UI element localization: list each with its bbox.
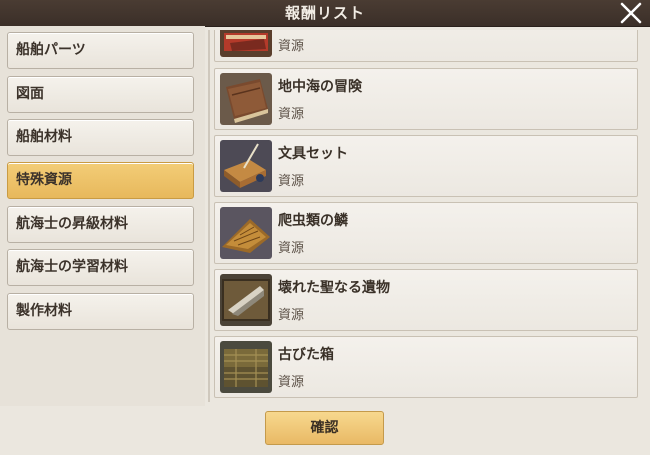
reward-item[interactable]: 古びた箱 資源 [214,336,638,398]
category-navigator-learning-materials[interactable]: 航海士の学習材料 [7,249,194,286]
close-button[interactable] [618,0,644,26]
category-navigator-promotion-materials[interactable]: 航海士の昇級材料 [7,206,194,243]
stationery-set-icon [220,140,272,192]
reward-item[interactable]: 爬虫類の鱗 資源 [214,202,638,264]
category-special-resources[interactable]: 特殊資源 [7,162,194,199]
item-name: 文具セット [278,146,348,162]
reward-item[interactable]: 壊れた聖なる遺物 資源 [214,269,638,331]
item-type: 資源 [278,39,305,54]
item-name: 爬虫類の鱗 [278,213,348,229]
item-name: 古びた箱 [278,347,334,363]
book-icon [220,73,272,125]
close-icon [620,2,642,24]
item-name: 壊れた聖なる遺物 [278,280,390,296]
reward-item[interactable]: 地中海の冒険 資源 [214,68,638,130]
item-type: 資源 [278,375,305,390]
category-ship-parts[interactable]: 船舶パーツ [7,32,194,69]
confirm-button[interactable]: 確認 [265,411,384,445]
category-sidebar: 船舶パーツ 図面 船舶材料 特殊資源 航海士の昇級材料 航海士の学習材料 製作材… [0,26,205,406]
reward-list[interactable]: 資源 地中海の冒険 資源 文具セット 資源 爬虫類の鱗 資源 壊れた聖なる遺物 … [214,30,638,402]
reward-item[interactable]: 文具セット 資源 [214,135,638,197]
item-type: 資源 [278,174,305,189]
window-title: 報酬リスト [284,4,365,22]
category-crafting-materials[interactable]: 製作材料 [7,293,194,330]
title-bar: 報酬リスト [0,0,650,27]
category-ship-materials[interactable]: 船舶材料 [7,119,194,156]
item-type: 資源 [278,107,305,122]
item-name: 地中海の冒険 [278,79,362,95]
reptile-scale-icon [220,207,272,259]
item-type: 資源 [278,241,305,256]
panel-divider [208,30,210,402]
old-box-icon [220,341,272,393]
reward-item[interactable]: 資源 [214,30,638,62]
red-book-icon [220,30,272,57]
item-type: 資源 [278,308,305,323]
broken-relic-icon [220,274,272,326]
category-blueprints[interactable]: 図面 [7,76,194,113]
